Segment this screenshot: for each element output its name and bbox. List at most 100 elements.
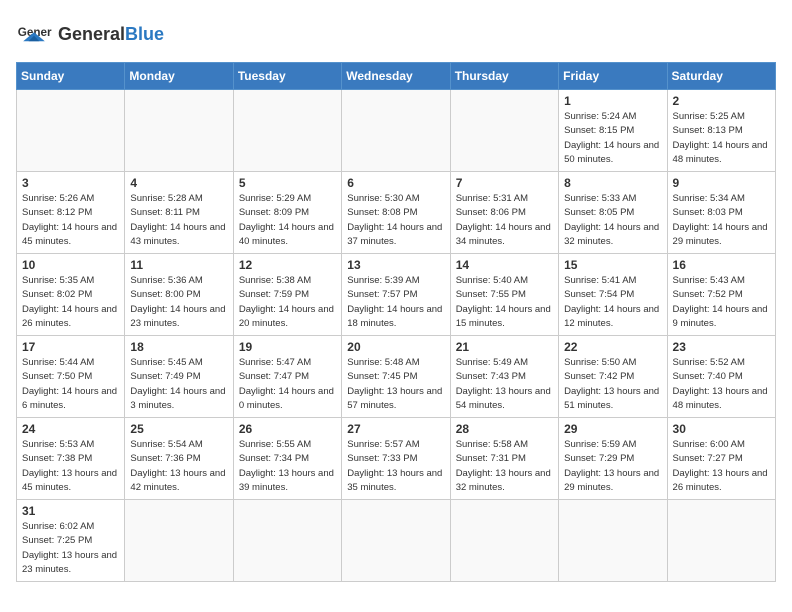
weekday-header-tuesday: Tuesday (233, 63, 341, 90)
calendar-cell: 2 Sunrise: 5:25 AM Sunset: 8:13 PM Daylig… (667, 90, 775, 172)
weekday-header-wednesday: Wednesday (342, 63, 450, 90)
day-number: 20 (347, 340, 444, 354)
day-info: Sunrise: 5:35 AM Sunset: 8:02 PM Dayligh… (22, 274, 119, 331)
calendar-cell (125, 500, 233, 582)
day-number: 9 (673, 176, 770, 190)
calendar-week-row-3: 17 Sunrise: 5:44 AM Sunset: 7:50 PM Dayli… (17, 336, 776, 418)
day-number: 29 (564, 422, 661, 436)
day-number: 5 (239, 176, 336, 190)
day-number: 6 (347, 176, 444, 190)
calendar-cell: 9Sunrise: 5:34 AM Sunset: 8:03 PM Daylig… (667, 172, 775, 254)
day-info: Sunrise: 5:55 AM Sunset: 7:34 PM Dayligh… (239, 438, 336, 495)
day-number: 19 (239, 340, 336, 354)
calendar-cell (342, 90, 450, 172)
day-info: Sunrise: 5:29 AM Sunset: 8:09 PM Dayligh… (239, 192, 336, 249)
day-info: Sunrise: 5:38 AM Sunset: 7:59 PM Dayligh… (239, 274, 336, 331)
day-info: Sunrise: 6:02 AM Sunset: 7:25 PM Dayligh… (22, 520, 119, 577)
weekday-header-saturday: Saturday (667, 63, 775, 90)
calendar-cell: 8Sunrise: 5:33 AM Sunset: 8:05 PM Daylig… (559, 172, 667, 254)
calendar-cell: 13 Sunrise: 5:39 AM Sunset: 7:57 PM Dayli… (342, 254, 450, 336)
calendar-cell: 23Sunrise: 5:52 AM Sunset: 7:40 PM Dayli… (667, 336, 775, 418)
day-info: Sunrise: 5:57 AM Sunset: 7:33 PM Dayligh… (347, 438, 444, 495)
calendar-week-row-1: 3 Sunrise: 5:26 AM Sunset: 8:12 PM Daylig… (17, 172, 776, 254)
calendar-cell: 14 Sunrise: 5:40 AM Sunset: 7:55 PM Dayli… (450, 254, 558, 336)
day-number: 7 (456, 176, 553, 190)
calendar-cell (450, 500, 558, 582)
calendar-cell: 18Sunrise: 5:45 AM Sunset: 7:49 PM Dayli… (125, 336, 233, 418)
calendar-cell: 4 Sunrise: 5:28 AM Sunset: 8:11 PM Daylig… (125, 172, 233, 254)
calendar-cell (450, 90, 558, 172)
day-number: 23 (673, 340, 770, 354)
day-info: Sunrise: 5:25 AM Sunset: 8:13 PM Dayligh… (673, 110, 770, 167)
day-number: 17 (22, 340, 119, 354)
logo: General GeneralBlue (16, 16, 164, 52)
day-info: Sunrise: 5:47 AM Sunset: 7:47 PM Dayligh… (239, 356, 336, 413)
weekday-header-monday: Monday (125, 63, 233, 90)
calendar-cell: 10 Sunrise: 5:35 AM Sunset: 8:02 PM Dayli… (17, 254, 125, 336)
calendar-cell (233, 90, 341, 172)
calendar-week-row-4: 24Sunrise: 5:53 AM Sunset: 7:38 PM Dayli… (17, 418, 776, 500)
day-info: Sunrise: 5:43 AM Sunset: 7:52 PM Dayligh… (673, 274, 770, 331)
calendar-cell (233, 500, 341, 582)
calendar-cell: 17 Sunrise: 5:44 AM Sunset: 7:50 PM Dayli… (17, 336, 125, 418)
calendar-cell: 28 Sunrise: 5:58 AM Sunset: 7:31 PM Dayli… (450, 418, 558, 500)
calendar-cell: 25Sunrise: 5:54 AM Sunset: 7:36 PM Dayli… (125, 418, 233, 500)
day-number: 28 (456, 422, 553, 436)
day-info: Sunrise: 5:53 AM Sunset: 7:38 PM Dayligh… (22, 438, 119, 495)
calendar-week-row-5: 31Sunrise: 6:02 AM Sunset: 7:25 PM Dayli… (17, 500, 776, 582)
calendar-cell: 16 Sunrise: 5:43 AM Sunset: 7:52 PM Dayli… (667, 254, 775, 336)
day-number: 1 (564, 94, 661, 108)
day-number: 14 (456, 258, 553, 272)
calendar-cell: 15 Sunrise: 5:41 AM Sunset: 7:54 PM Dayli… (559, 254, 667, 336)
calendar-cell: 27 Sunrise: 5:57 AM Sunset: 7:33 PM Dayli… (342, 418, 450, 500)
day-info: Sunrise: 5:33 AM Sunset: 8:05 PM Dayligh… (564, 192, 661, 249)
day-info: Sunrise: 5:31 AM Sunset: 8:06 PM Dayligh… (456, 192, 553, 249)
calendar-cell: 11 Sunrise: 5:36 AM Sunset: 8:00 PM Dayli… (125, 254, 233, 336)
calendar-week-row-2: 10 Sunrise: 5:35 AM Sunset: 8:02 PM Dayli… (17, 254, 776, 336)
day-number: 16 (673, 258, 770, 272)
day-info: Sunrise: 5:24 AM Sunset: 8:15 PM Dayligh… (564, 110, 661, 167)
day-info: Sunrise: 5:39 AM Sunset: 7:57 PM Dayligh… (347, 274, 444, 331)
calendar-cell: 7 Sunrise: 5:31 AM Sunset: 8:06 PM Daylig… (450, 172, 558, 254)
day-number: 3 (22, 176, 119, 190)
day-number: 10 (22, 258, 119, 272)
weekday-header-friday: Friday (559, 63, 667, 90)
day-number: 13 (347, 258, 444, 272)
calendar-cell: 20 Sunrise: 5:48 AM Sunset: 7:45 PM Dayli… (342, 336, 450, 418)
day-number: 2 (673, 94, 770, 108)
calendar-cell: 30 Sunrise: 6:00 AM Sunset: 7:27 PM Dayli… (667, 418, 775, 500)
weekday-header-sunday: Sunday (17, 63, 125, 90)
calendar-cell (342, 500, 450, 582)
day-number: 12 (239, 258, 336, 272)
day-number: 4 (130, 176, 227, 190)
day-info: Sunrise: 5:36 AM Sunset: 8:00 PM Dayligh… (130, 274, 227, 331)
day-info: Sunrise: 5:41 AM Sunset: 7:54 PM Dayligh… (564, 274, 661, 331)
day-info: Sunrise: 5:44 AM Sunset: 7:50 PM Dayligh… (22, 356, 119, 413)
day-info: Sunrise: 6:00 AM Sunset: 7:27 PM Dayligh… (673, 438, 770, 495)
generalblue-logo-icon: General (16, 16, 52, 52)
day-info: Sunrise: 5:50 AM Sunset: 7:42 PM Dayligh… (564, 356, 661, 413)
header: General GeneralBlue (16, 16, 776, 52)
day-info: Sunrise: 5:58 AM Sunset: 7:31 PM Dayligh… (456, 438, 553, 495)
weekday-header-thursday: Thursday (450, 63, 558, 90)
day-number: 30 (673, 422, 770, 436)
day-info: Sunrise: 5:28 AM Sunset: 8:11 PM Dayligh… (130, 192, 227, 249)
calendar-cell (667, 500, 775, 582)
day-number: 15 (564, 258, 661, 272)
day-info: Sunrise: 5:54 AM Sunset: 7:36 PM Dayligh… (130, 438, 227, 495)
day-info: Sunrise: 5:49 AM Sunset: 7:43 PM Dayligh… (456, 356, 553, 413)
day-info: Sunrise: 5:48 AM Sunset: 7:45 PM Dayligh… (347, 356, 444, 413)
day-number: 22 (564, 340, 661, 354)
calendar-cell: 1 Sunrise: 5:24 AM Sunset: 8:15 PM Daylig… (559, 90, 667, 172)
calendar-cell (17, 90, 125, 172)
day-number: 18 (130, 340, 227, 354)
calendar-cell: 26Sunrise: 5:55 AM Sunset: 7:34 PM Dayli… (233, 418, 341, 500)
day-info: Sunrise: 5:26 AM Sunset: 8:12 PM Dayligh… (22, 192, 119, 249)
day-info: Sunrise: 5:40 AM Sunset: 7:55 PM Dayligh… (456, 274, 553, 331)
day-number: 27 (347, 422, 444, 436)
calendar-cell: 5 Sunrise: 5:29 AM Sunset: 8:09 PM Daylig… (233, 172, 341, 254)
calendar-cell: 29Sunrise: 5:59 AM Sunset: 7:29 PM Dayli… (559, 418, 667, 500)
calendar-table: SundayMondayTuesdayWednesdayThursdayFrid… (16, 62, 776, 582)
day-number: 11 (130, 258, 227, 272)
calendar-cell: 24Sunrise: 5:53 AM Sunset: 7:38 PM Dayli… (17, 418, 125, 500)
